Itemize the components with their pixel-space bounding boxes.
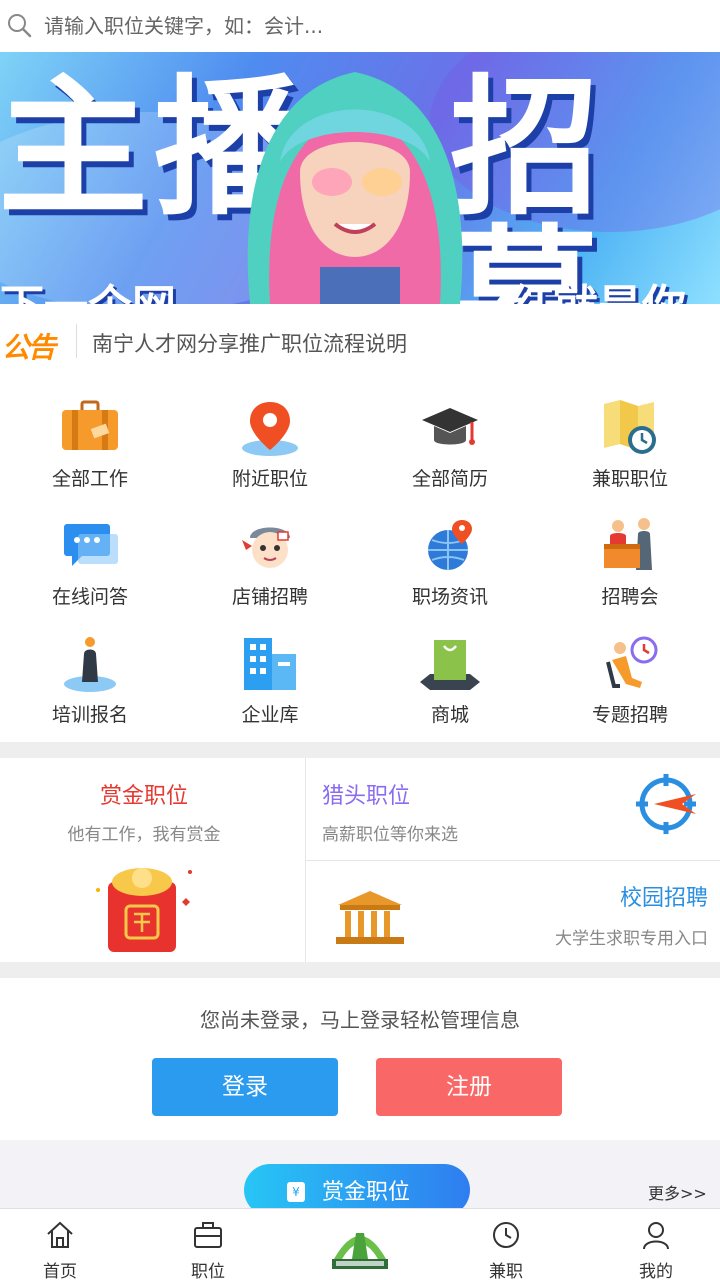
tab-label: 职位	[191, 1262, 225, 1280]
globe-pin-icon	[428, 520, 472, 570]
search-input[interactable]	[44, 8, 684, 44]
section-divider	[0, 962, 720, 978]
location-pin-icon	[242, 402, 298, 456]
bounty-section-header: ¥ 赏金职位 更多>>	[0, 1140, 720, 1216]
tab-jobs[interactable]: 职位	[148, 1209, 268, 1280]
map-clock-icon	[604, 400, 656, 454]
buildings-icon	[244, 638, 296, 690]
bounty-jobs-title: 赏金职位	[99, 784, 188, 809]
shopping-bag-icon	[420, 640, 480, 690]
user-icon	[643, 1222, 669, 1250]
bounty-jobs-subtitle: 他有工作，我有赏金	[67, 825, 221, 845]
banner-subtitle-right: 红就是你	[510, 270, 686, 304]
grid-item-part-time[interactable]: 兼职职位	[540, 378, 720, 494]
grid-item-label: 职场资讯	[411, 586, 488, 608]
person-podium-icon	[64, 637, 116, 692]
notice-divider	[76, 324, 77, 358]
bounty-jobs-tab-label: 赏金职位	[322, 1180, 411, 1205]
login-prompt: 您尚未登录，马上登录轻松管理信息 登录 注册	[0, 978, 720, 1140]
grid-item-training[interactable]: 培训报名	[0, 614, 180, 730]
tab-part-time[interactable]: 兼职	[446, 1209, 566, 1280]
grid-item-label: 店铺招聘	[231, 586, 308, 608]
grid-item-job-fair[interactable]: 招聘会	[540, 496, 720, 612]
notice-bar[interactable]: 公告 南宁人才网分享推广职位流程说明	[0, 304, 720, 378]
section-divider	[0, 742, 720, 758]
grid-item-label: 全部工作	[51, 468, 128, 490]
grid-item-online-qa[interactable]: 在线问答	[0, 496, 180, 612]
grid-item-all-resumes[interactable]: 全部简历	[360, 378, 540, 494]
target-compass-icon	[636, 774, 696, 834]
more-link[interactable]: 更多>>	[648, 1180, 707, 1204]
promo-banner[interactable]: 主播 招募 下一个网 红就是你	[0, 52, 720, 304]
grid-item-label: 在线问答	[51, 586, 128, 608]
clock-icon	[493, 1222, 519, 1248]
grid-item-special-recruit[interactable]: 专题招聘	[540, 614, 720, 730]
tab-site-logo[interactable]	[300, 1209, 420, 1280]
grid-item-label: 企业库	[241, 704, 299, 726]
tab-home[interactable]: 首页	[0, 1209, 120, 1280]
svg-text:¥: ¥	[292, 1185, 300, 1199]
grid-item-company-library[interactable]: 企业库	[180, 614, 360, 730]
grid-item-nearby-jobs[interactable]: 附近职位	[180, 378, 360, 494]
grid-item-label: 培训报名	[51, 704, 128, 726]
bottom-tab-bar: 首页 职位 兼职 我的	[0, 1208, 720, 1280]
money-bag-icon: ¥	[287, 1182, 305, 1202]
grid-item-label: 专题招聘	[591, 704, 668, 726]
person-clock-icon	[606, 636, 658, 688]
search-bar[interactable]	[0, 0, 720, 52]
job-fair-icon	[604, 518, 652, 570]
briefcase-icon	[194, 1222, 222, 1248]
campus-recruit-subtitle: 大学生求职专用入口	[555, 929, 708, 949]
home-icon	[47, 1221, 73, 1248]
headhunter-jobs-subtitle: 高薪职位等你来选	[322, 825, 458, 845]
grid-item-label: 商城	[430, 704, 469, 726]
headhunter-jobs-title: 猎头职位	[322, 784, 411, 809]
grid-item-all-jobs[interactable]: 全部工作	[0, 378, 180, 494]
feature-grid: 全部工作 附近职位 全部简历 兼职职位 在线问答 店铺招聘 职场资讯 招聘会 培…	[0, 378, 720, 740]
grid-item-label: 招聘会	[601, 586, 659, 608]
tab-label: 我的	[639, 1262, 673, 1280]
site-logo-icon	[332, 1233, 388, 1269]
chat-bubble-icon	[64, 524, 118, 566]
notice-text[interactable]: 南宁人才网分享推广职位流程说明	[92, 328, 407, 358]
tab-mine[interactable]: 我的	[596, 1209, 716, 1280]
grid-item-label: 全部简历	[411, 468, 488, 490]
grid-item-label: 兼职职位	[591, 468, 668, 490]
login-button[interactable]: 登录	[152, 1058, 338, 1116]
tab-label: 兼职	[489, 1262, 523, 1280]
red-envelope-icon	[96, 868, 192, 952]
graduation-cap-icon	[422, 408, 478, 445]
login-message: 您尚未登录，马上登录轻松管理信息	[200, 1008, 520, 1032]
search-icon[interactable]	[6, 12, 32, 38]
university-building-icon	[336, 891, 404, 944]
register-button[interactable]: 注册	[376, 1058, 562, 1116]
grid-item-career-news[interactable]: 职场资讯	[360, 496, 540, 612]
promo-section: 赏金职位 他有工作，我有赏金 猎头职位 高薪职位等你来选 校园招聘 大学生求职专…	[0, 758, 720, 962]
notice-tag: 公告	[2, 331, 56, 364]
grid-item-label: 附近职位	[231, 468, 308, 490]
campus-recruit-card[interactable]: 校园招聘 大学生求职专用入口	[306, 861, 720, 962]
banner-subtitle-left: 下一个网	[0, 270, 176, 304]
briefcase-icon	[62, 400, 118, 450]
tab-label: 首页	[43, 1262, 77, 1280]
grid-item-shop-recruit[interactable]: 店铺招聘	[180, 496, 360, 612]
campus-recruit-title: 校园招聘	[619, 886, 708, 911]
banner-model-image	[247, 72, 463, 304]
grid-item-mall[interactable]: 商城	[360, 614, 540, 730]
bounty-jobs-card[interactable]: 赏金职位 他有工作，我有赏金	[0, 758, 305, 962]
shop-mascot-icon	[242, 527, 290, 568]
headhunter-jobs-card[interactable]: 猎头职位 高薪职位等你来选	[306, 758, 720, 860]
